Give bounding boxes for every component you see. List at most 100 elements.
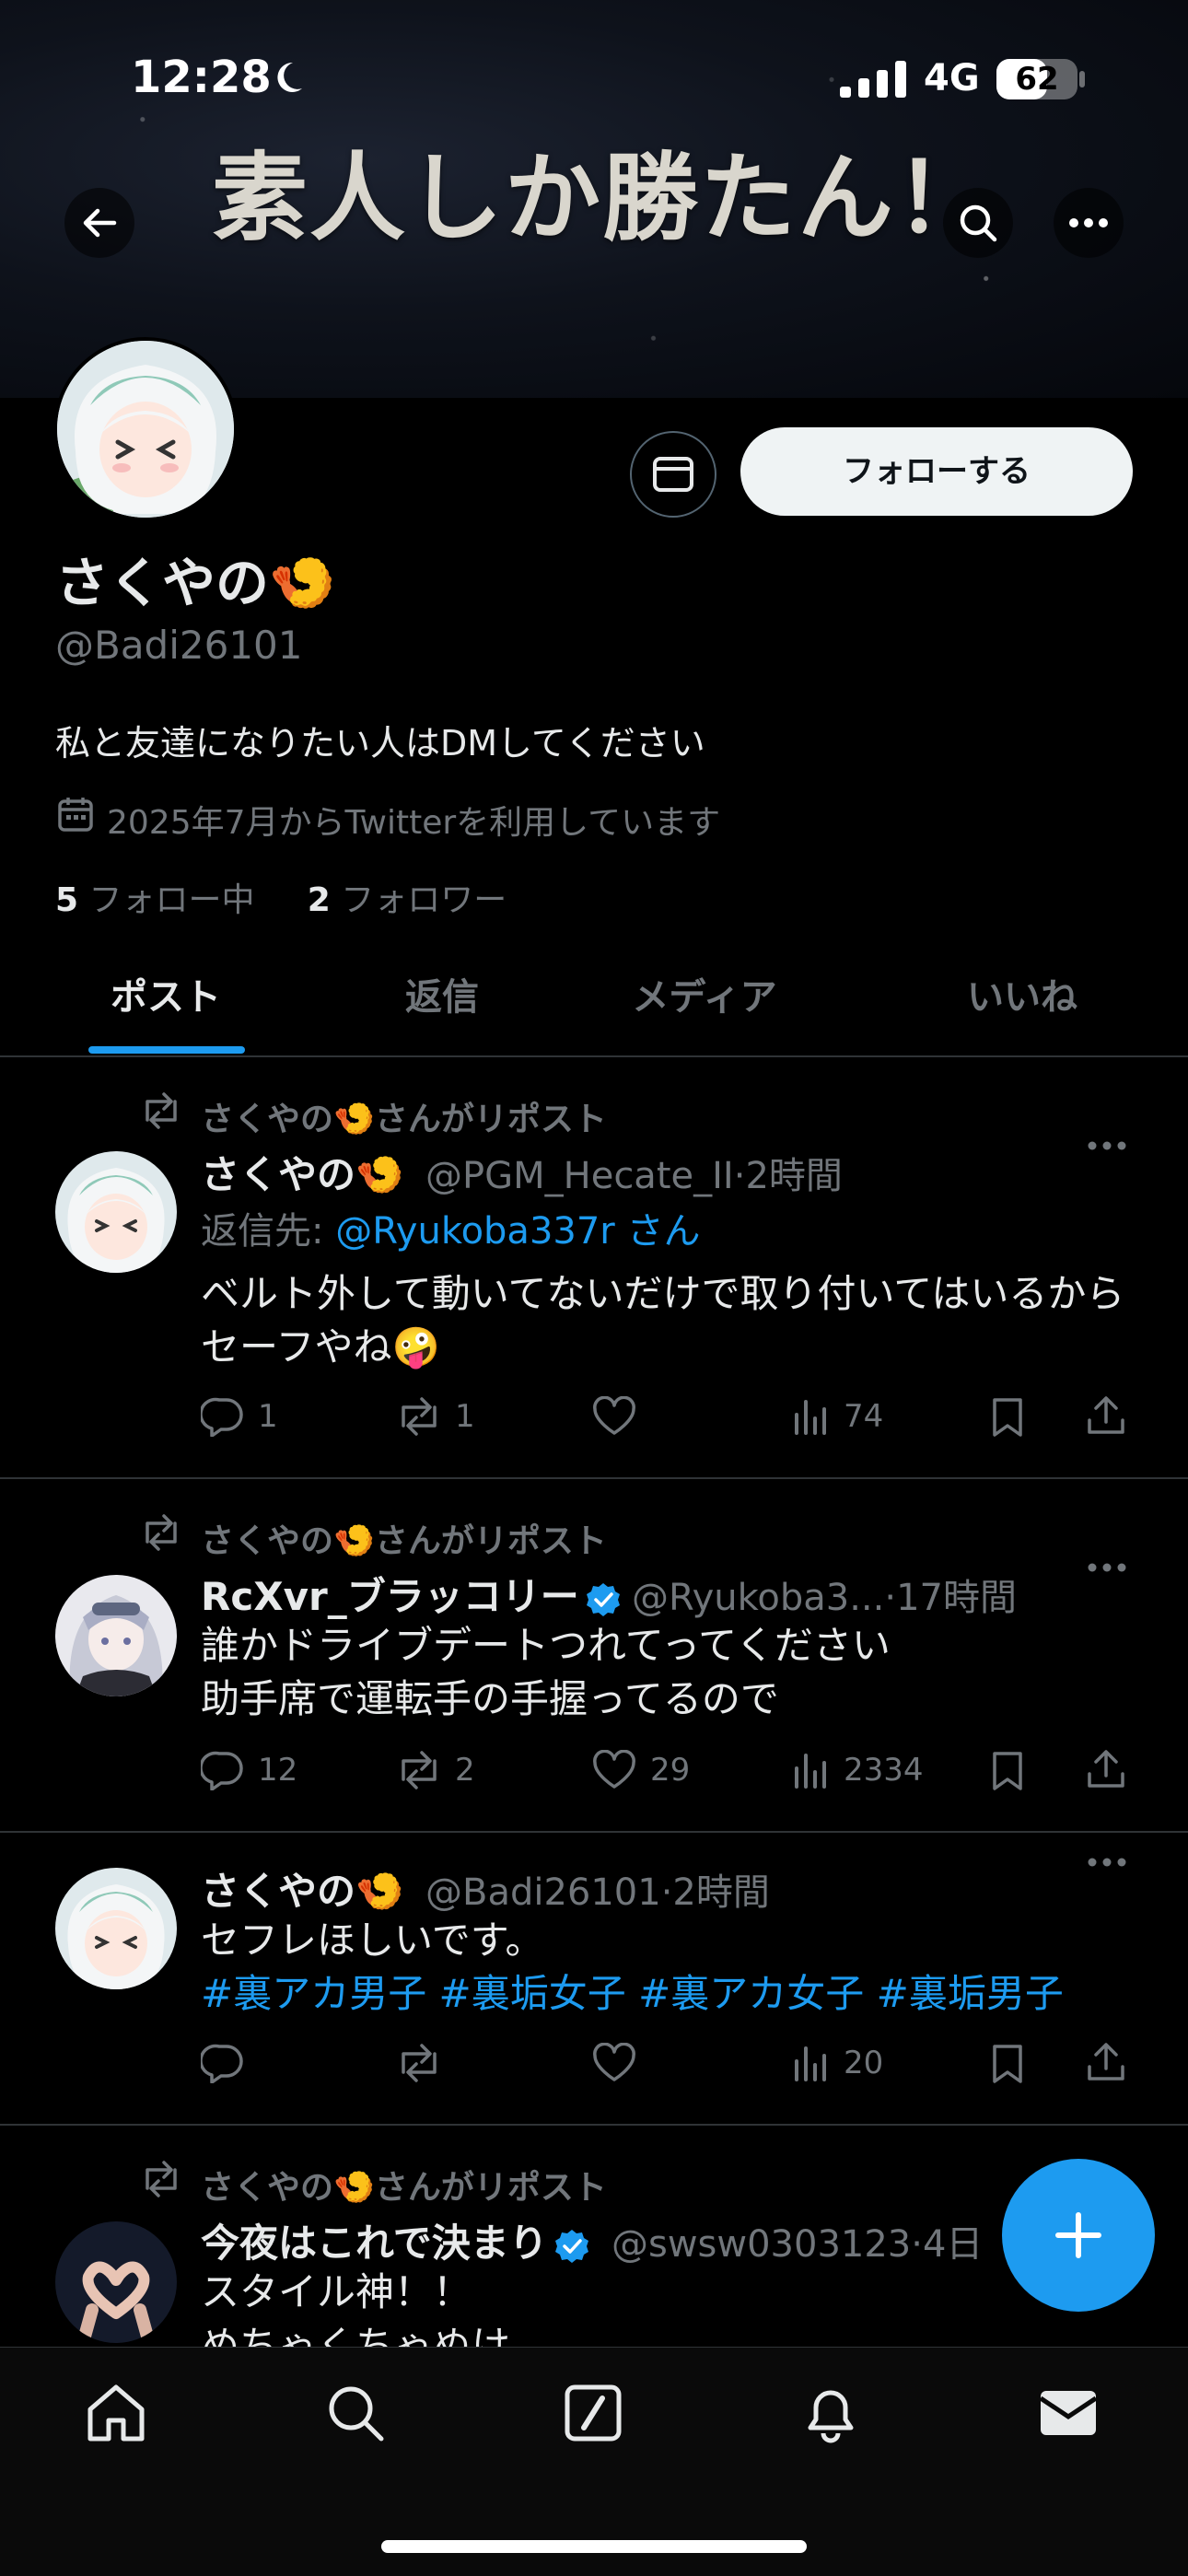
tweet-text-line: スタイル神！！ (201, 2269, 472, 2314)
like-button[interactable] (591, 1396, 650, 1437)
more-horizontal-icon (1088, 1858, 1126, 1867)
notifications-tab[interactable] (798, 2380, 864, 2446)
profile-avatar[interactable] (53, 337, 238, 521)
tweet-time[interactable]: 17時間 (896, 1577, 1017, 1619)
messages-tab[interactable] (1035, 2380, 1101, 2446)
tab-posts[interactable]: ポスト (55, 967, 276, 1020)
following-link[interactable]: 5 フォロー中 (55, 881, 255, 919)
share-button[interactable] (1085, 1748, 1127, 1790)
repost-count: 2 (455, 1752, 475, 1789)
active-tab-indicator (88, 1046, 245, 1054)
repost-icon (140, 2161, 182, 2197)
tweet-avatar[interactable] (55, 2221, 177, 2343)
compose-button[interactable] (1002, 2159, 1155, 2312)
tweet-handle[interactable]: @Ryukoba3... (632, 1577, 884, 1619)
following-count: 5 (55, 881, 79, 919)
bookmark-icon (993, 1752, 1022, 1790)
like-count: 29 (650, 1752, 691, 1789)
tweet-time[interactable]: 4日 (923, 2223, 983, 2266)
views-button[interactable]: 2334 (792, 1750, 924, 1790)
tweet-author-name[interactable]: さくやの🍤 (201, 1860, 403, 1917)
tweet-text-line: セーフやね🤪 (201, 1324, 440, 1370)
search-button[interactable] (943, 188, 1013, 258)
reply-icon (201, 1397, 243, 1437)
repost-button[interactable] (396, 2043, 455, 2083)
grok-icon (565, 2384, 622, 2442)
heart-icon (593, 1750, 635, 1789)
analytics-icon (795, 1754, 826, 1789)
reply-icon (201, 2044, 243, 2083)
battery-icon: 62 (996, 59, 1077, 99)
arrow-left-icon (83, 208, 117, 238)
followers-link[interactable]: 2 フォロワー (308, 881, 507, 919)
tweet-author-name[interactable]: 今夜はこれで決まり (201, 2212, 590, 2268)
home-icon (87, 2384, 145, 2442)
tweet-more-button[interactable] (1087, 1562, 1127, 1573)
reply-to-link[interactable]: @Ryukoba337r さん (335, 1210, 700, 1253)
tweet-handle[interactable]: @PGM_Hecate_II (425, 1155, 734, 1197)
followers-label: フォロワー (341, 881, 507, 919)
repost-label[interactable]: さくやの🍤さんがリポスト (201, 1092, 607, 1140)
share-icon (1088, 1396, 1124, 1434)
views-button[interactable]: 20 (792, 2043, 883, 2083)
more-options-button[interactable] (1054, 188, 1124, 258)
reply-button[interactable] (201, 2043, 258, 2083)
follow-button[interactable]: フォローする (740, 427, 1133, 516)
share-button[interactable] (1085, 1394, 1127, 1437)
tweet-avatar[interactable] (55, 1868, 177, 1989)
bookmark-button[interactable] (989, 1750, 1026, 1790)
home-tab[interactable] (83, 2380, 149, 2446)
tweet-author-name[interactable]: RcXvr_ブラッコリー (201, 1566, 622, 1622)
tweet-time[interactable]: 2時間 (745, 1155, 842, 1197)
analytics-icon (795, 1400, 826, 1435)
author-name-text: RcXvr_ブラッコリー (201, 1574, 579, 1619)
tweet-avatar[interactable] (55, 1575, 177, 1696)
search-icon (960, 204, 997, 242)
tab-likes[interactable]: いいね (912, 967, 1133, 1020)
repost-button[interactable]: 1 (396, 1396, 475, 1437)
profile-handle: @Badi26101 (55, 623, 303, 668)
tweet-avatar[interactable] (55, 1151, 177, 1273)
reply-button[interactable]: 1 (201, 1396, 278, 1437)
tweet-more-button[interactable] (1087, 1140, 1127, 1151)
tweet-time[interactable]: 2時間 (672, 1871, 769, 1914)
more-horizontal-icon (1088, 1563, 1126, 1572)
back-button[interactable] (64, 188, 134, 258)
message-button[interactable] (630, 431, 716, 518)
followers-count: 2 (307, 881, 331, 919)
reply-prefix: 返信先: (201, 1210, 336, 1253)
repost-icon (402, 2044, 437, 2082)
reply-button[interactable]: 12 (201, 1750, 297, 1790)
search-tab[interactable] (322, 2380, 389, 2446)
reply-count: 1 (258, 1398, 278, 1435)
repost-label[interactable]: さくやの🍤さんがリポスト (201, 2161, 607, 2209)
grok-tab[interactable] (560, 2380, 626, 2446)
repost-label[interactable]: さくやの🍤さんがリポスト (201, 1514, 607, 1562)
moon-icon (269, 59, 306, 96)
like-button[interactable]: 29 (591, 1750, 690, 1790)
tab-replies[interactable]: 返信 (341, 967, 543, 1020)
repost-button[interactable]: 2 (396, 1750, 475, 1790)
analytics-icon (795, 2046, 826, 2081)
tweet-handle[interactable]: @Badi26101 (425, 1871, 661, 1914)
tweet-author-name[interactable]: さくやの🍤 (201, 1144, 403, 1200)
tweet-text-line: ベルト外して動いてないだけで取り付いてはいるから (201, 1271, 1125, 1316)
reply-count: 12 (258, 1752, 298, 1789)
share-button[interactable] (1085, 2041, 1127, 2083)
tweet-meta: @Badi26101·2時間 (425, 1871, 770, 1914)
tweet-meta: @PGM_Hecate_II·2時間 (425, 1155, 843, 1197)
tweet-more-button[interactable] (1087, 1857, 1127, 1868)
signal-icon (840, 61, 906, 98)
tweet-hashtags[interactable]: #裏アカ男子 #裏垢女子 #裏アカ女子 #裏垢男子 (201, 1967, 1064, 2021)
banner-title: 素人しか勝たん！ (212, 141, 994, 254)
display-name: さくやの🍤 (55, 552, 336, 614)
tab-media[interactable]: メディア (589, 967, 820, 1020)
repost-count: 1 (455, 1398, 475, 1435)
views-button[interactable]: 74 (792, 1396, 883, 1437)
tweet-meta: @swsw0303123·4日 (611, 2223, 984, 2266)
tweet-handle[interactable]: @swsw0303123 (611, 2223, 911, 2266)
bookmark-button[interactable] (989, 2043, 1026, 2083)
repost-icon (402, 1751, 437, 1789)
like-button[interactable] (591, 2043, 650, 2083)
bookmark-button[interactable] (989, 1396, 1026, 1437)
